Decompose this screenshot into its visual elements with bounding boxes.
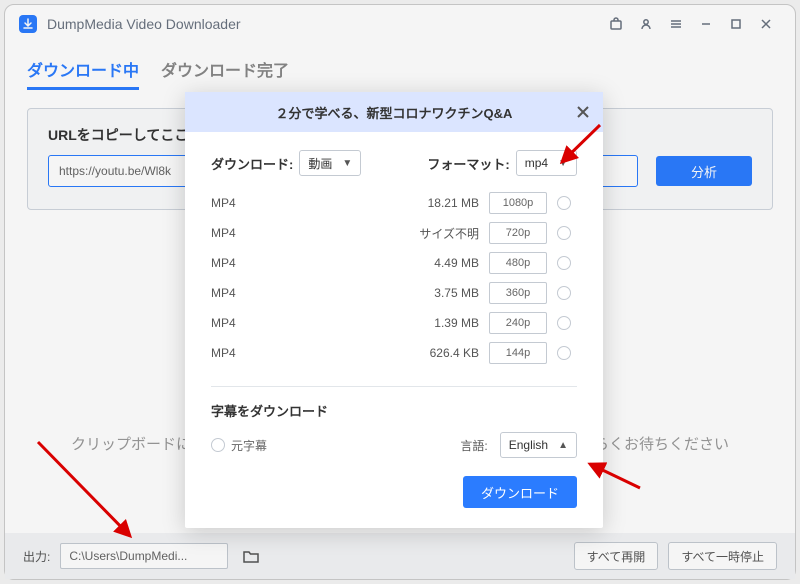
format-select[interactable]: mp4 ▼ (516, 150, 577, 176)
format-type: MP4 (211, 316, 271, 330)
format-type: MP4 (211, 256, 271, 270)
original-subtitle-option[interactable]: 元字幕 (211, 437, 267, 454)
radio-icon[interactable] (557, 316, 571, 330)
format-resolution: 144p (489, 342, 547, 364)
format-type: MP4 (211, 196, 271, 210)
caret-down-icon: ▼ (342, 158, 352, 169)
format-type: MP4 (211, 286, 271, 300)
modal-header: ２分で学べる、新型コロナワクチンQ&A (185, 92, 603, 132)
modal-title: ２分で学べる、新型コロナワクチンQ&A (276, 103, 513, 122)
modal-close-button[interactable] (571, 100, 595, 124)
download-type-value: 動画 (308, 155, 332, 172)
divider (211, 386, 577, 387)
format-resolution: 720p (489, 222, 547, 244)
format-size: 4.49 MB (281, 256, 479, 270)
download-type-select[interactable]: 動画 ▼ (299, 150, 361, 176)
radio-icon[interactable] (557, 346, 571, 360)
format-row[interactable]: MP4 626.4 KB 144p (211, 338, 577, 368)
format-resolution: 480p (489, 252, 547, 274)
language-value: English (509, 438, 548, 452)
format-value: mp4 (525, 156, 548, 170)
format-resolution: 1080p (489, 192, 547, 214)
language-label: 言語: (460, 437, 487, 454)
subtitle-section-title: 字幕をダウンロード (211, 401, 577, 420)
format-size: 18.21 MB (281, 196, 479, 210)
format-resolution: 240p (489, 312, 547, 334)
format-size: 626.4 KB (281, 346, 479, 360)
format-size: サイズ不明 (281, 225, 479, 242)
download-button[interactable]: ダウンロード (463, 476, 577, 508)
format-resolution: 360p (489, 282, 547, 304)
format-list: MP4 18.21 MB 1080p MP4 サイズ不明 720p MP4 4.49 MB 48… (211, 188, 577, 368)
radio-icon[interactable] (557, 286, 571, 300)
format-row[interactable]: MP4 4.49 MB 480p (211, 248, 577, 278)
format-type: MP4 (211, 346, 271, 360)
caret-up-icon: ▲ (558, 440, 568, 451)
radio-icon[interactable] (557, 226, 571, 240)
radio-icon[interactable] (557, 196, 571, 210)
format-row[interactable]: MP4 3.75 MB 360p (211, 278, 577, 308)
download-type-label: ダウンロード: (211, 154, 293, 173)
selector-row: ダウンロード: 動画 ▼ フォーマット: mp4 ▼ (211, 150, 577, 176)
format-row[interactable]: MP4 18.21 MB 1080p (211, 188, 577, 218)
format-type: MP4 (211, 226, 271, 240)
format-size: 1.39 MB (281, 316, 479, 330)
caret-down-icon: ▼ (558, 158, 568, 169)
format-row[interactable]: MP4 1.39 MB 240p (211, 308, 577, 338)
format-size: 3.75 MB (281, 286, 479, 300)
format-label: フォーマット: (427, 154, 509, 173)
language-select[interactable]: English ▲ (500, 432, 577, 458)
radio-icon (211, 438, 225, 452)
format-row[interactable]: MP4 サイズ不明 720p (211, 218, 577, 248)
radio-icon[interactable] (557, 256, 571, 270)
format-modal: ２分で学べる、新型コロナワクチンQ&A ダウンロード: 動画 ▼ フォーマット:… (185, 92, 603, 528)
